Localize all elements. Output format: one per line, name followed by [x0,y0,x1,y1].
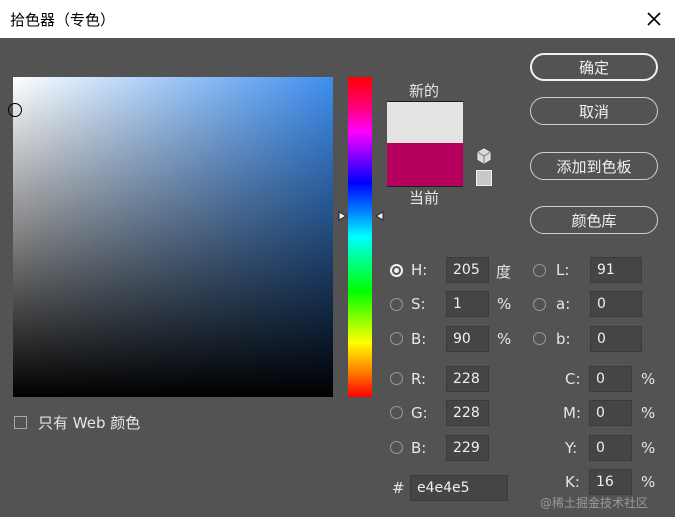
cyan-input[interactable]: 0 [589,366,632,392]
black-input[interactable]: 16 [589,469,632,495]
hue-label: H: [411,261,428,279]
magenta-label: M: [563,404,581,422]
hue-input[interactable]: 205 [446,257,489,283]
hue-radio[interactable] [390,264,403,277]
magenta-unit: % [641,404,656,422]
hue-unit: 度 [496,263,512,281]
a-channel-label: a: [556,295,571,313]
lightness-label: L: [556,261,570,279]
a-channel-radio[interactable] [533,298,546,311]
web-only-label: 只有 Web 颜色 [38,414,141,432]
color-libraries-button[interactable]: 颜色库 [530,206,658,234]
b-channel-input[interactable]: 0 [590,326,642,352]
out-of-gamut-cube-icon[interactable] [476,148,492,164]
brightness-input[interactable]: 90 [446,326,489,352]
yellow-input[interactable]: 0 [589,435,632,461]
web-safe-swatch[interactable] [476,170,492,186]
window-title: 拾色器（专色） [10,11,116,29]
hex-label: # [392,479,405,497]
black-unit: % [641,473,656,491]
hue-slider-handle-right-icon[interactable] [374,211,384,221]
green-radio[interactable] [390,406,403,419]
green-input[interactable]: 228 [446,400,489,426]
hue-slider[interactable] [348,77,372,397]
lightness-radio[interactable] [533,264,546,277]
blue-input[interactable]: 229 [446,435,489,461]
brightness-label: B: [411,330,427,348]
saturation-label: S: [411,295,426,313]
watermark: @稀土掘金技术社区 [540,496,649,510]
cyan-label: C: [565,370,581,388]
red-radio[interactable] [390,372,403,385]
black-label: K: [565,473,580,491]
brightness-unit: % [497,330,512,348]
web-only-checkbox[interactable] [14,416,27,429]
current-color-swatch[interactable] [387,143,463,186]
blue-radio[interactable] [390,441,403,454]
a-channel-input[interactable]: 0 [590,291,642,317]
current-color-label: 当前 [409,189,440,207]
add-to-swatches-button[interactable]: 添加到色板 [530,152,658,180]
hue-slider-handle-left-icon[interactable] [338,211,348,221]
saturation-input[interactable]: 1 [446,291,489,317]
green-label: G: [411,404,428,422]
color-field-cursor[interactable] [8,103,22,117]
color-field[interactable] [13,77,333,397]
red-label: R: [411,370,427,388]
magenta-input[interactable]: 0 [589,400,632,426]
red-input[interactable]: 228 [446,366,489,392]
cancel-button[interactable]: 取消 [530,97,658,125]
yellow-label: Y: [565,439,578,457]
lightness-input[interactable]: 91 [590,257,642,283]
cyan-unit: % [641,370,656,388]
ok-button[interactable]: 确定 [530,53,658,81]
brightness-radio[interactable] [390,332,403,345]
close-icon[interactable] [640,5,668,33]
new-color-swatch [387,102,463,145]
saturation-unit: % [497,295,512,313]
b-channel-label: b: [556,330,571,348]
hex-input[interactable]: e4e4e5 [410,475,508,501]
title-bar: 拾色器（专色） [0,0,675,38]
yellow-unit: % [641,439,656,457]
new-color-label: 新的 [409,82,440,100]
b-channel-radio[interactable] [533,332,546,345]
saturation-radio[interactable] [390,298,403,311]
blue-label: B: [411,439,427,457]
